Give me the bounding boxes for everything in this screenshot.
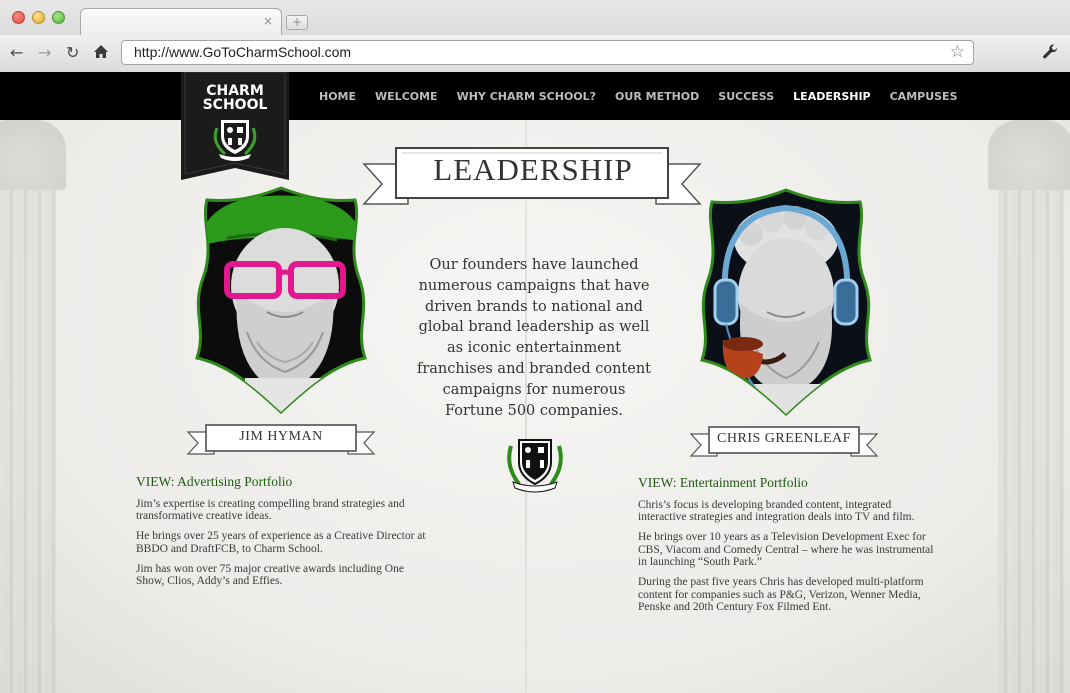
wrench-icon[interactable] bbox=[1042, 43, 1059, 64]
logo-line-school: SCHOOL bbox=[202, 97, 268, 113]
reload-icon[interactable]: ↻ bbox=[66, 44, 79, 62]
left-column-decoration bbox=[0, 120, 66, 693]
crest-emblem-icon bbox=[507, 439, 563, 493]
browser-chrome: × + ← → ↻ http://www.GoToCharmSchool.com… bbox=[0, 0, 1070, 72]
tab-close-icon[interactable]: × bbox=[263, 15, 273, 27]
chris-bio-paragraph: During the past five years Chris has dev… bbox=[638, 576, 924, 613]
browser-toolbar: ← → ↻ http://www.GoToCharmSchool.com ☆ bbox=[0, 35, 1070, 72]
intro-paragraph: Our founders have launched numerous camp… bbox=[416, 257, 652, 419]
bookmark-star-icon[interactable]: ☆ bbox=[950, 42, 965, 62]
url-text: http://www.GoToCharmSchool.com bbox=[134, 44, 352, 60]
nav-why-charm-school[interactable]: WHY CHARM SCHOOL? bbox=[457, 90, 596, 103]
site-logo[interactable]: CHARM SCHOOL bbox=[181, 72, 289, 180]
jim-bio-paragraph: Jim has won over 75 major creative award… bbox=[136, 562, 404, 588]
chris-bio-paragraph: Chris’s focus is developing branded cont… bbox=[638, 498, 915, 524]
web-page: HOME WELCOME WHY CHARM SCHOOL? OUR METHO… bbox=[0, 72, 1070, 693]
nav-campuses[interactable]: CAMPUSES bbox=[890, 90, 958, 103]
nav-welcome[interactable]: WELCOME bbox=[375, 90, 438, 103]
back-icon[interactable]: ← bbox=[10, 44, 23, 62]
jim-bio-paragraph: Jim’s expertise is creating compelling b… bbox=[136, 497, 405, 523]
close-window-button[interactable] bbox=[12, 11, 25, 24]
minimize-window-button[interactable] bbox=[32, 11, 45, 24]
forward-icon[interactable]: → bbox=[38, 44, 51, 62]
address-bar[interactable]: http://www.GoToCharmSchool.com ☆ bbox=[121, 40, 974, 65]
chris-greenleaf-bio: VIEW: Entertainment Portfolio Chris’s fo… bbox=[638, 476, 938, 621]
logo-line-charm: CHARM bbox=[206, 83, 264, 99]
nav-our-method[interactable]: OUR METHOD bbox=[615, 90, 699, 103]
advertising-portfolio-link[interactable]: VIEW: Advertising Portfolio bbox=[136, 475, 432, 489]
jim-hyman-name: JIM HYMAN bbox=[239, 429, 323, 444]
window-controls bbox=[12, 11, 65, 24]
entertainment-portfolio-link[interactable]: VIEW: Entertainment Portfolio bbox=[638, 476, 938, 490]
nav-leadership[interactable]: LEADERSHIP bbox=[793, 90, 870, 103]
page-title: LEADERSHIP bbox=[433, 152, 633, 187]
chris-greenleaf-name: CHRIS GREENLEAF bbox=[717, 431, 851, 446]
nav-success[interactable]: SUCCESS bbox=[718, 90, 774, 103]
chris-greenleaf-portrait bbox=[700, 188, 872, 417]
chris-bio-paragraph: He brings over 10 years as a Television … bbox=[638, 531, 934, 568]
jim-hyman-portrait bbox=[195, 186, 367, 415]
main-nav: HOME WELCOME WHY CHARM SCHOOL? OUR METHO… bbox=[319, 72, 958, 120]
right-column-decoration bbox=[988, 120, 1070, 693]
browser-tab[interactable]: × bbox=[80, 8, 282, 35]
jim-bio-paragraph: He brings over 25 years of experience as… bbox=[136, 530, 426, 555]
jim-hyman-bio: VIEW: Advertising Portfolio Jim’s expert… bbox=[136, 475, 432, 595]
nav-home[interactable]: HOME bbox=[319, 90, 356, 103]
logo-wordmark: CHARM SCHOOL bbox=[181, 84, 289, 112]
new-tab-button[interactable]: + bbox=[286, 15, 308, 30]
home-icon[interactable] bbox=[93, 44, 109, 63]
site-navbar: HOME WELCOME WHY CHARM SCHOOL? OUR METHO… bbox=[0, 72, 1070, 120]
zoom-window-button[interactable] bbox=[52, 11, 65, 24]
